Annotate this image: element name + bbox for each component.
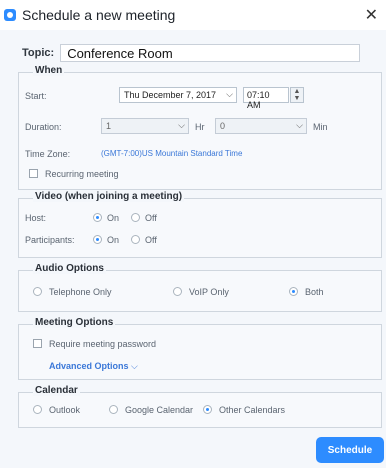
duration-hours-select[interactable]: 1 ⌵ bbox=[101, 118, 189, 134]
schedule-meeting-window: Schedule a new meeting ✕ Topic: When Sta… bbox=[0, 0, 386, 468]
zoom-app-icon bbox=[4, 9, 16, 21]
audio-voip-radio[interactable] bbox=[173, 287, 182, 296]
recurring-checkbox[interactable] bbox=[29, 169, 38, 178]
host-on-radio[interactable] bbox=[93, 213, 102, 222]
participants-off-radio[interactable] bbox=[131, 235, 140, 244]
start-time-input[interactable]: 07:10 AM bbox=[243, 87, 289, 110]
topic-label: Topic: bbox=[22, 47, 55, 59]
audio-both-radio[interactable] bbox=[289, 287, 298, 296]
host-label: Host: bbox=[25, 213, 47, 223]
advanced-options-link[interactable]: Advanced Options bbox=[49, 361, 129, 371]
recurring-label: Recurring meeting bbox=[45, 169, 119, 179]
video-section: Video (when joining a meeting) Host: On … bbox=[18, 191, 382, 258]
require-password-checkbox[interactable] bbox=[33, 339, 42, 348]
timezone-link[interactable]: (GMT-7:00)US Mountain Standard Time bbox=[101, 149, 242, 158]
calendar-other-radio[interactable] bbox=[203, 405, 212, 414]
chevron-down-icon: ⌵ bbox=[178, 120, 185, 130]
calendar-outlook-label: Outlook bbox=[49, 405, 81, 415]
window-title: Schedule a new meeting bbox=[22, 7, 176, 23]
audio-voip-label: VoIP Only bbox=[189, 287, 229, 297]
timezone-label: Time Zone: bbox=[25, 149, 71, 159]
start-time-value: 07:10 AM bbox=[247, 90, 270, 110]
meeting-options-section: Meeting Options Require meeting password… bbox=[18, 317, 382, 380]
host-off-radio[interactable] bbox=[131, 213, 140, 222]
duration-minutes-value: 0 bbox=[220, 121, 226, 131]
topic-row: Topic: bbox=[22, 44, 361, 62]
when-title: When bbox=[33, 65, 65, 76]
duration-label: Duration: bbox=[25, 122, 62, 132]
time-spinner[interactable]: ▲ ▼ bbox=[290, 87, 304, 103]
when-section: When Start: Thu December 7, 2017 ⌵ 07:10… bbox=[18, 65, 382, 190]
video-title: Video (when joining a meeting) bbox=[33, 191, 185, 202]
participants-label: Participants: bbox=[25, 235, 75, 245]
host-off-label: Off bbox=[145, 213, 157, 223]
hours-unit: Hr bbox=[195, 122, 205, 132]
host-on-label: On bbox=[107, 213, 120, 223]
calendar-outlook-radio[interactable] bbox=[33, 405, 42, 414]
spinner-up-icon[interactable]: ▲ bbox=[291, 88, 303, 95]
duration-minutes-select[interactable]: 0 ⌵ bbox=[215, 118, 307, 134]
topic-input[interactable] bbox=[60, 44, 361, 62]
calendar-other-label: Other Calendars bbox=[219, 405, 286, 415]
start-date-select[interactable]: Thu December 7, 2017 ⌵ bbox=[119, 87, 237, 103]
audio-both-label: Both bbox=[305, 287, 324, 297]
start-date-value: Thu December 7, 2017 bbox=[124, 90, 217, 100]
schedule-button[interactable]: Schedule bbox=[316, 437, 384, 463]
meeting-options-title: Meeting Options bbox=[33, 317, 116, 328]
participants-off-label: Off bbox=[145, 235, 157, 245]
minutes-unit: Min bbox=[313, 122, 328, 132]
calendar-google-label: Google Calendar bbox=[125, 405, 194, 415]
start-label: Start: bbox=[25, 91, 47, 101]
spinner-down-icon[interactable]: ▼ bbox=[291, 95, 303, 102]
title-bar: Schedule a new meeting ✕ bbox=[0, 0, 386, 30]
chevron-down-icon[interactable]: ⌵ bbox=[131, 361, 138, 372]
calendar-title: Calendar bbox=[33, 385, 80, 396]
duration-hours-value: 1 bbox=[106, 121, 112, 131]
audio-section: Audio Options Telephone Only VoIP Only B… bbox=[18, 263, 382, 312]
chevron-down-icon: ⌵ bbox=[226, 89, 233, 99]
calendar-google-radio[interactable] bbox=[109, 405, 118, 414]
audio-telephone-label: Telephone Only bbox=[49, 287, 112, 297]
audio-title: Audio Options bbox=[33, 263, 106, 274]
audio-telephone-radio[interactable] bbox=[33, 287, 42, 296]
participants-on-radio[interactable] bbox=[93, 235, 102, 244]
require-password-label: Require meeting password bbox=[49, 339, 157, 349]
close-icon[interactable]: ✕ bbox=[365, 5, 378, 25]
participants-on-label: On bbox=[107, 235, 120, 245]
chevron-down-icon: ⌵ bbox=[296, 120, 303, 130]
calendar-section: Calendar Outlook Google Calendar Other C… bbox=[18, 385, 382, 428]
